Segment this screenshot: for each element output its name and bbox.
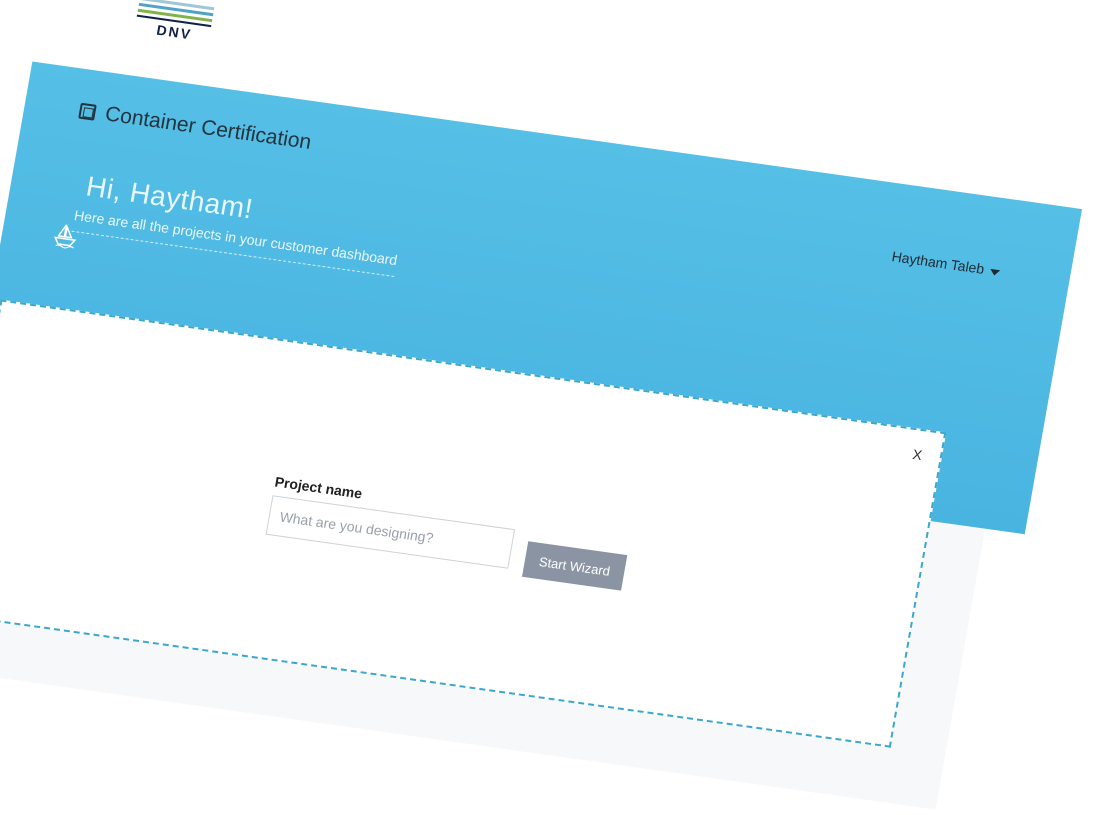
app-screen: DNV Container Certification Haytham Tale…	[0, 0, 1083, 810]
close-icon[interactable]: X	[911, 446, 923, 463]
caret-down-icon	[989, 268, 1001, 276]
dnv-logo: DNV	[133, 0, 215, 48]
app-title: Container Certification	[77, 99, 313, 155]
logo-text: DNV	[155, 21, 194, 43]
start-wizard-button[interactable]: Start Wizard	[522, 541, 628, 591]
project-form: Project name Start Wizard	[261, 474, 693, 621]
project-name-input[interactable]	[265, 495, 516, 569]
user-name: Haytham Taleb	[890, 248, 986, 277]
sailboat-icon	[53, 224, 77, 249]
app-title-text: Container Certification	[103, 102, 314, 154]
container-cube-icon	[78, 102, 97, 121]
user-menu[interactable]: Haytham Taleb	[891, 248, 1002, 279]
